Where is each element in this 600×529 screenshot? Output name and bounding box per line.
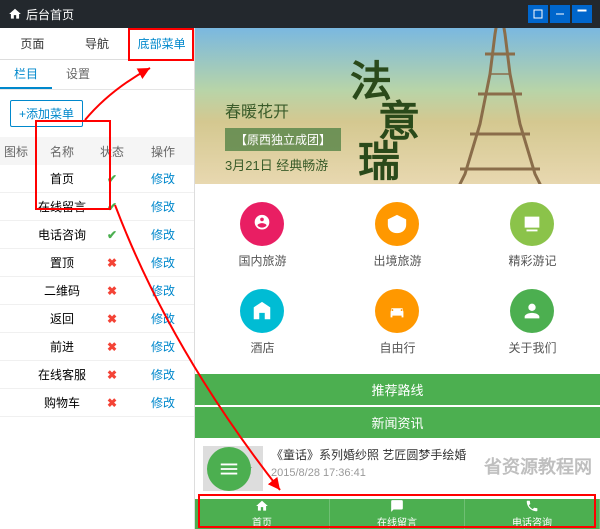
grid-cell[interactable]: 出境旅游 [330,192,465,279]
grid-icon [510,289,554,333]
grid-icon [240,289,284,333]
row-status: ✖ [92,340,132,354]
banner-date: 3月21日 经典畅游 [225,155,341,174]
edit-link[interactable]: 修改 [151,368,175,382]
grid-cell[interactable]: 国内旅游 [195,192,330,279]
grid-cell[interactable]: 酒店 [195,279,330,366]
row-name: 二维码 [32,282,92,299]
top-bar: 后台首页 [0,0,600,28]
grid-label: 出境旅游 [330,252,465,269]
banner-ribbon: 【原西独立成团】 [225,128,341,151]
table-row: 返回 ✖ 修改 [0,305,194,333]
banner[interactable]: 法 意 瑞 春暖花开 【原西独立成团】 3月21日 经典畅游 [195,28,600,184]
banner-text-block: 春暖花开 【原西独立成团】 3月21日 经典畅游 [225,103,341,174]
preview-pane: 法 意 瑞 春暖花开 【原西独立成团】 3月21日 经典畅游 国内旅游出境旅游精… [195,28,600,529]
edit-link[interactable]: 修改 [151,340,175,354]
grid-icon [240,202,284,246]
grid-icon [375,202,419,246]
section-news[interactable]: 新闻资讯 [195,407,600,438]
home-link[interactable]: 后台首页 [8,6,74,23]
action-button-2[interactable] [550,5,570,23]
grid-cell[interactable]: 自由行 [330,279,465,366]
tabs-sub: 栏目 设置 [0,60,194,90]
row-name: 电话咨询 [32,226,92,243]
highlight-box-3 [198,494,596,528]
row-name: 前进 [32,338,92,355]
row-name: 返回 [32,310,92,327]
row-status: ✖ [92,312,132,326]
tab-page[interactable]: 页面 [0,28,65,59]
hdr-op: 操作 [132,143,194,160]
feature-grid: 国内旅游出境旅游精彩游记酒店自由行关于我们 [195,184,600,374]
edit-link[interactable]: 修改 [151,172,175,186]
banner-big-text: 法 意 瑞 [350,63,420,182]
row-name: 在线客服 [32,366,92,383]
table-row: 电话咨询 ✔ 修改 [0,221,194,249]
tab-settings[interactable]: 设置 [52,60,104,89]
window-actions [528,5,592,23]
row-status: ✖ [92,256,132,270]
grid-icon [510,202,554,246]
row-status: ✖ [92,368,132,382]
edit-link[interactable]: 修改 [151,256,175,270]
hdr-icon: 图标 [0,143,32,160]
home-icon [8,7,22,21]
row-name: 置顶 [32,254,92,271]
table-row: 在线客服 ✖ 修改 [0,361,194,389]
highlight-box-1 [128,28,194,61]
grid-label: 自由行 [330,339,465,356]
highlight-box-2 [35,120,111,210]
table-row: 购物车 ✖ 修改 [0,389,194,417]
edit-link[interactable]: 修改 [151,200,175,214]
grid-label: 精彩游记 [465,252,600,269]
row-status: ✖ [92,396,132,410]
grid-cell[interactable]: 关于我们 [465,279,600,366]
grid-icon [375,289,419,333]
tab-nav[interactable]: 导航 [65,28,130,59]
home-label: 后台首页 [26,6,74,23]
watermark: 省资源教程网 [484,453,592,479]
row-status: ✖ [92,284,132,298]
edit-link[interactable]: 修改 [151,228,175,242]
row-name: 购物车 [32,394,92,411]
tab-column[interactable]: 栏目 [0,60,52,89]
edit-link[interactable]: 修改 [151,396,175,410]
grid-label: 国内旅游 [195,252,330,269]
sidebar: 页面 导航 底部菜单 栏目 设置 +添加菜单 图标 名称 状态 操作 首页 ✔ … [0,28,195,529]
table-row: 置顶 ✖ 修改 [0,249,194,277]
action-button-1[interactable] [528,5,548,23]
grid-label: 关于我们 [465,339,600,356]
table-row: 前进 ✖ 修改 [0,333,194,361]
row-status: ✔ [92,228,132,242]
table-row: 二维码 ✖ 修改 [0,277,194,305]
edit-link[interactable]: 修改 [151,312,175,326]
edit-link[interactable]: 修改 [151,284,175,298]
menu-icon [218,458,240,480]
eiffel-tower-icon [430,28,570,184]
action-button-3[interactable] [572,5,592,23]
grid-cell[interactable]: 精彩游记 [465,192,600,279]
section-routes[interactable]: 推荐路线 [195,374,600,405]
fab-menu-button[interactable] [207,447,251,491]
grid-label: 酒店 [195,339,330,356]
